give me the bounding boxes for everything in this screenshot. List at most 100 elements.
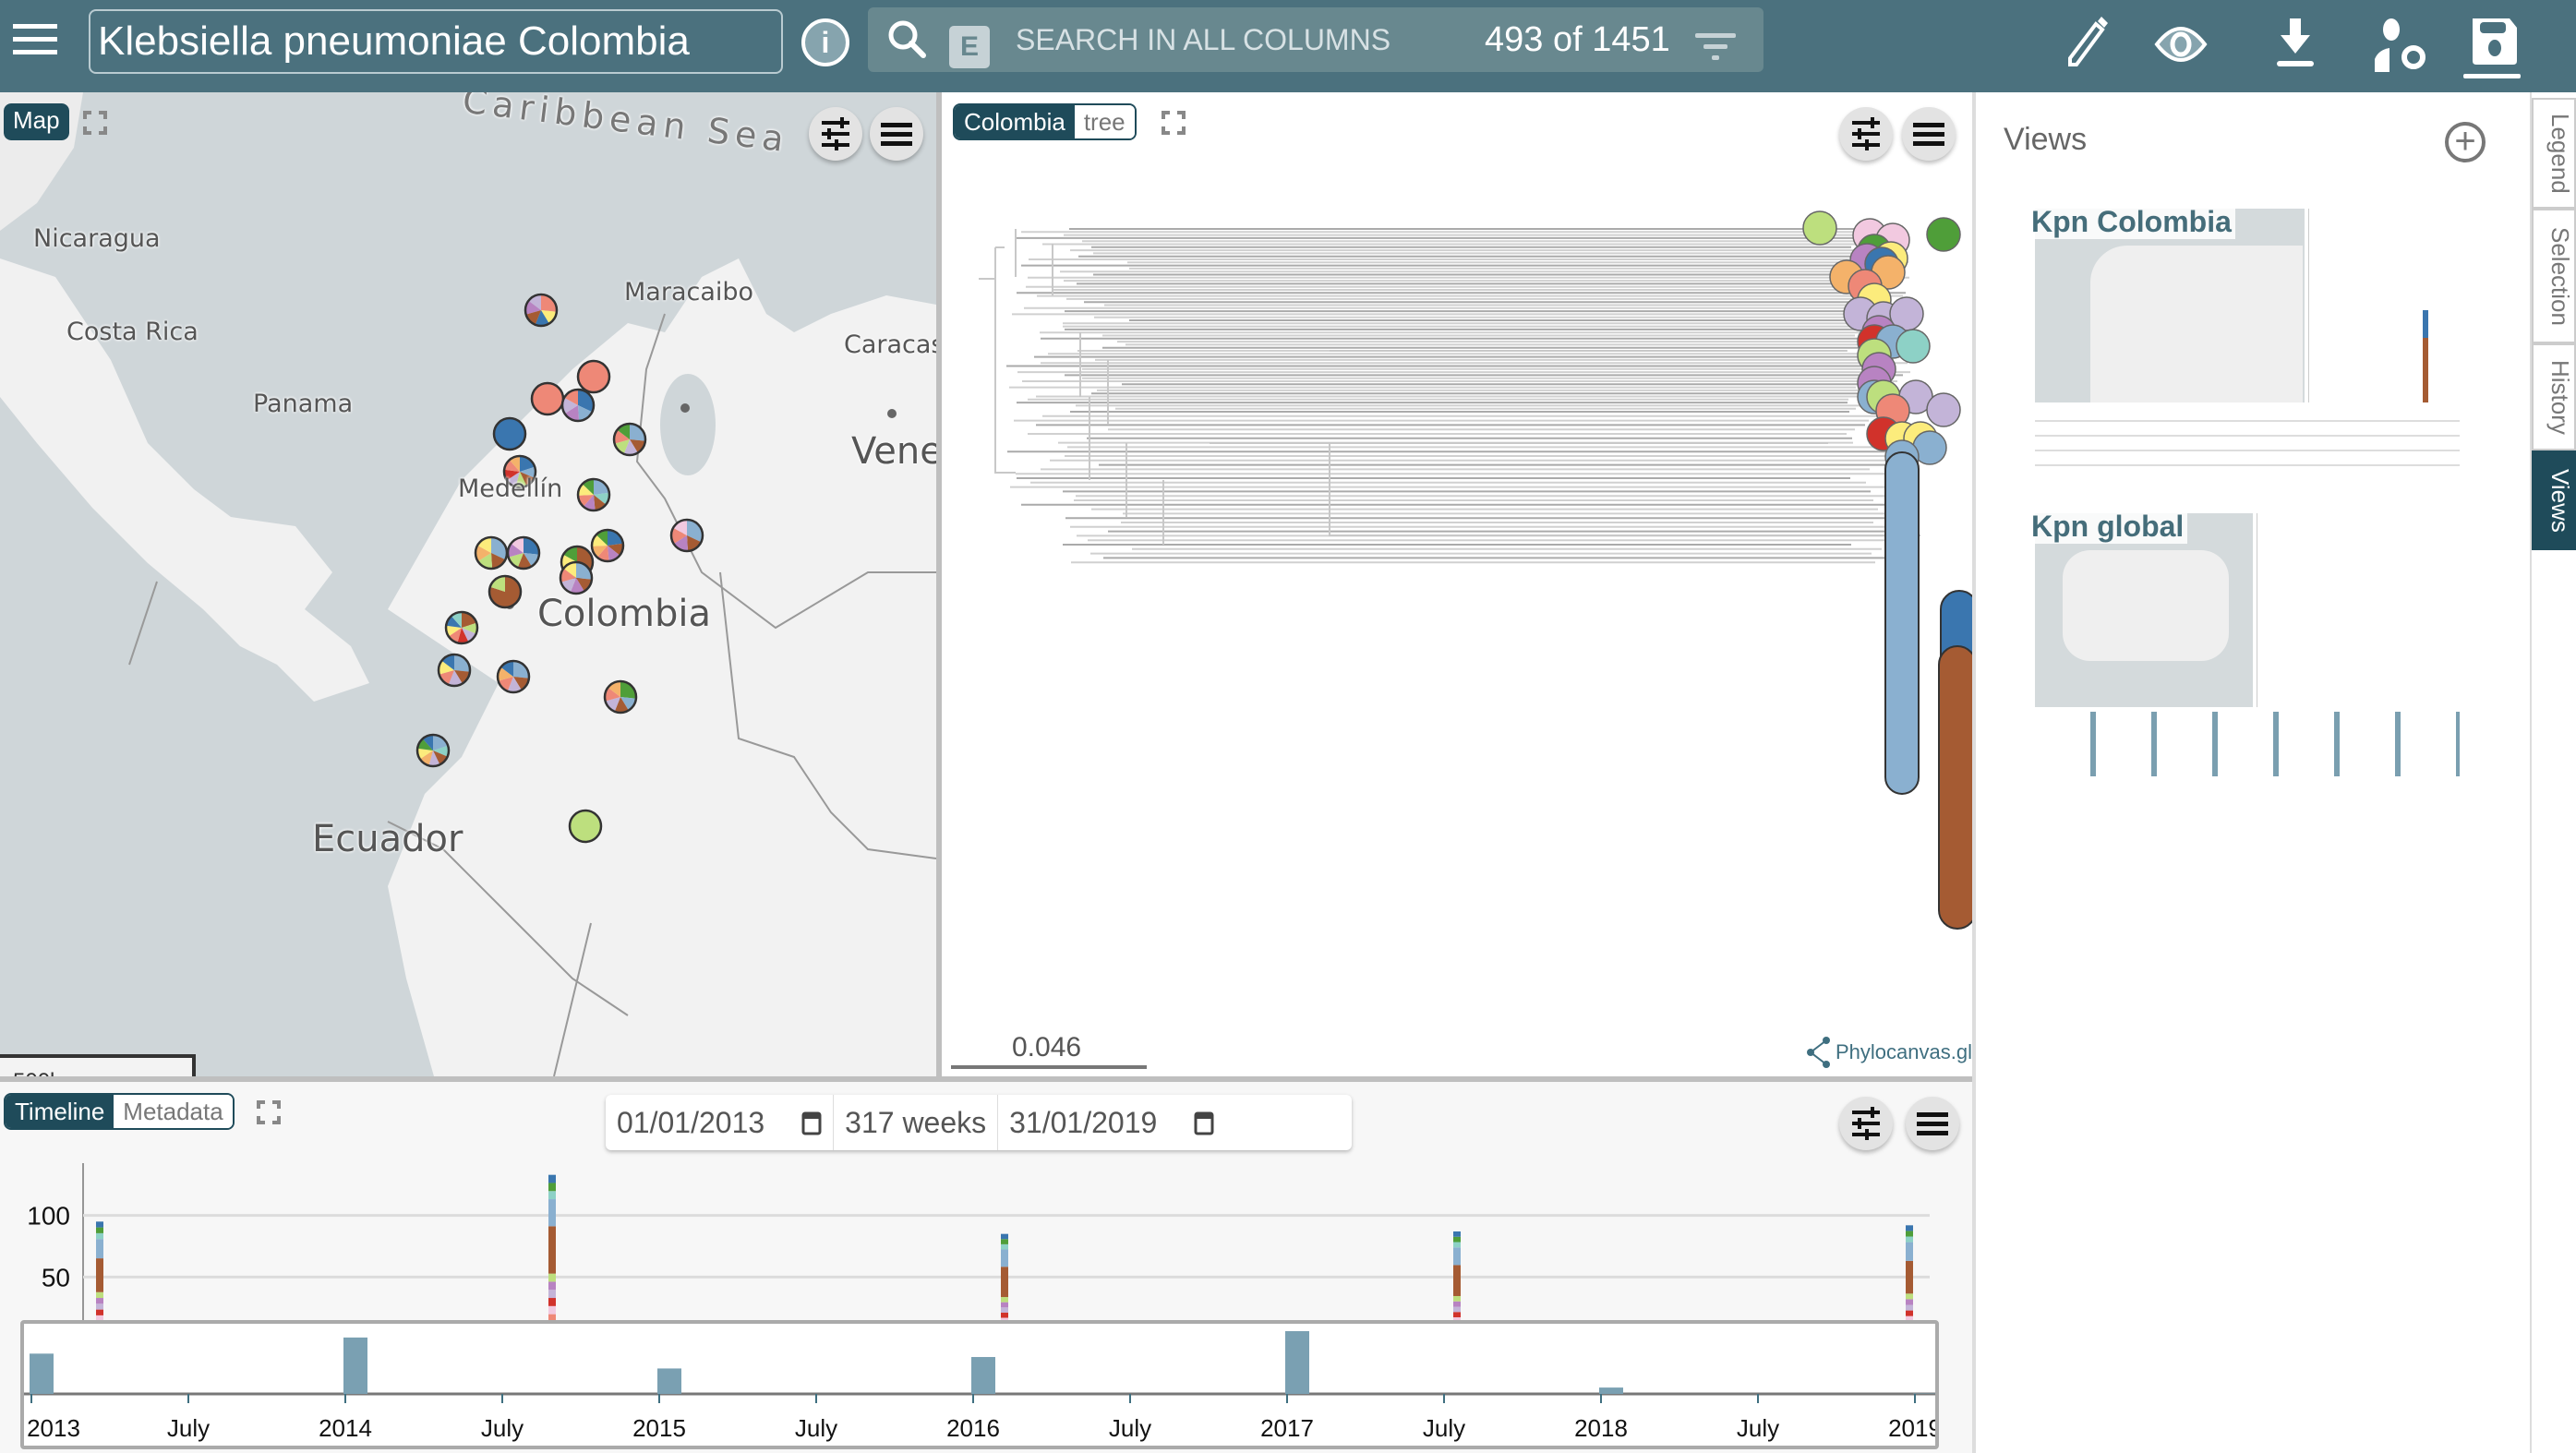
overview-bar	[1599, 1387, 1623, 1394]
tab-tree[interactable]: tree	[1074, 105, 1135, 138]
map-pie-marker[interactable]	[506, 535, 541, 570]
map-label-venezuela: Vene	[851, 430, 936, 473]
hamburger-menu-icon[interactable]	[13, 24, 57, 61]
side-tab-history[interactable]: History	[2532, 343, 2576, 450]
timeline-bar-segment	[1906, 1225, 1913, 1231]
expand-icon[interactable]	[257, 1100, 281, 1124]
timeline-bar-segment	[1453, 1301, 1461, 1307]
tab-colombia[interactable]: Colombia	[955, 105, 1075, 138]
overview-bar	[30, 1353, 54, 1394]
map-pie-marker[interactable]	[444, 610, 479, 645]
overview-bar	[343, 1337, 367, 1394]
map-pie-marker[interactable]	[530, 381, 565, 416]
map-pie-marker[interactable]	[612, 422, 647, 457]
tab-map[interactable]: Map	[4, 103, 69, 140]
timeline-bar-segment	[1453, 1236, 1461, 1243]
map-pie-marker[interactable]	[560, 388, 596, 423]
timeline-bar-segment	[1453, 1231, 1461, 1237]
view-card[interactable]: Kpn global	[2028, 510, 2480, 781]
side-tab-selection[interactable]: Selection	[2532, 209, 2576, 343]
map-pie-marker[interactable]	[496, 659, 531, 694]
map-pie-marker[interactable]	[590, 528, 625, 563]
pie-slice	[492, 416, 527, 451]
info-icon[interactable]: i	[801, 18, 849, 66]
timeline-bar-segment	[1906, 1236, 1913, 1243]
map-pie-marker[interactable]	[669, 518, 704, 553]
sliders-icon	[822, 117, 849, 150]
timeline-bar-segment	[1001, 1239, 1008, 1244]
filter-icon[interactable]	[1695, 31, 1736, 65]
timeline-controls-button[interactable]	[1839, 1097, 1893, 1150]
pencil-icon[interactable]	[2061, 17, 2116, 72]
map-pie-marker[interactable]	[488, 574, 523, 609]
side-tab-views[interactable]: Views	[2532, 450, 2576, 550]
timeline-bar-segment	[1453, 1247, 1461, 1266]
map-pie-marker[interactable]	[474, 535, 509, 570]
timeline-brush-area[interactable]: 2013 July 2014 July 2015 July 2016 July 2017 July…	[20, 1320, 1942, 1449]
tree-scale-bar	[951, 1065, 1147, 1069]
overview-tick-label: 2019	[1888, 1414, 1935, 1442]
menu-icon	[1913, 123, 1944, 146]
map-pie-marker[interactable]	[559, 560, 594, 595]
pie-slice	[576, 359, 611, 394]
tree-tip-cluster	[1884, 451, 1920, 795]
map-controls-button[interactable]	[809, 107, 862, 161]
side-tabs: Legend Selection History Views	[2530, 92, 2576, 1453]
tree-tip-nodes	[1802, 210, 1972, 930]
overview-tick-label: 2013	[27, 1414, 80, 1442]
plus-circle-icon[interactable]: +	[2445, 122, 2486, 162]
eye-icon[interactable]	[2153, 17, 2209, 72]
timeline-bar-segment	[548, 1298, 556, 1306]
view-card[interactable]: Kpn Colombia	[2028, 205, 2480, 476]
map-pie-marker[interactable]	[492, 416, 527, 451]
save-icon[interactable]	[2469, 17, 2524, 72]
map-menu-button[interactable]	[870, 107, 923, 161]
timeline-panel: Timeline Metadata 01/01/2013 317 weeks 3…	[0, 1082, 1972, 1453]
tab-timeline[interactable]: Timeline	[6, 1095, 114, 1128]
timeline-bar-segment	[548, 1199, 556, 1227]
timeline-bar-segment	[1001, 1307, 1008, 1313]
expand-icon[interactable]	[83, 111, 107, 135]
map-label-ecuador: Ecuador	[312, 818, 463, 860]
search-input[interactable]	[1016, 17, 1450, 63]
timeline-bar-segment	[1453, 1312, 1461, 1317]
tree-controls-button[interactable]	[1839, 107, 1893, 161]
overview-tick-label: 2018	[1574, 1414, 1628, 1442]
timeline-bar-segment	[1906, 1231, 1913, 1237]
overview-bar	[1285, 1331, 1309, 1394]
download-icon[interactable]	[2268, 17, 2323, 72]
calendar-icon[interactable]	[801, 1110, 822, 1135]
overview-tick-label: July	[481, 1414, 524, 1442]
map-label-maracaibo: Maracaibo	[624, 278, 754, 306]
timeline-menu-button[interactable]	[1906, 1097, 1959, 1150]
map-pie-marker[interactable]	[415, 733, 451, 768]
project-title-input[interactable]	[89, 9, 783, 74]
tree-menu-button[interactable]	[1902, 107, 1956, 161]
timeline-bar-segment	[96, 1298, 103, 1304]
search-icon[interactable]	[886, 18, 927, 59]
expand-icon[interactable]	[1162, 111, 1186, 135]
map-panel[interactable]: Map Caribbean Sea Nicaragua Costa Rica P…	[0, 92, 936, 1076]
map-pie-marker[interactable]	[576, 477, 611, 512]
map-pie-marker[interactable]	[576, 359, 611, 394]
phylogenetic-tree[interactable]	[942, 92, 1972, 1076]
start-date-field[interactable]: 01/01/2013	[606, 1095, 835, 1150]
timeline-bar-segment	[1453, 1306, 1461, 1313]
tab-metadata[interactable]: Metadata	[114, 1095, 233, 1128]
search-mode-badge[interactable]: E	[949, 26, 990, 68]
calendar-icon[interactable]	[1194, 1110, 1214, 1135]
timeline-bar-segment	[1001, 1302, 1008, 1308]
user-settings-icon[interactable]	[2375, 17, 2430, 72]
y-tick-label: 50	[42, 1263, 70, 1291]
tree-panel[interactable]: Colombia tree 0.046 Phylocanvas.gl	[942, 92, 1972, 1076]
duration-field[interactable]: 317 weeks	[834, 1095, 999, 1150]
end-date-field[interactable]: 31/01/2019	[998, 1095, 1225, 1150]
map-pie-marker[interactable]	[524, 293, 559, 328]
overview-bar	[971, 1357, 995, 1394]
timeline-overview-chart[interactable]: 2013 July 2014 July 2015 July 2016 July 2017 July…	[24, 1324, 1942, 1446]
map-pie-marker[interactable]	[437, 653, 472, 688]
side-tab-legend[interactable]: Legend	[2532, 98, 2576, 209]
map-pie-marker[interactable]	[603, 679, 638, 714]
map-pie-marker[interactable]	[568, 809, 603, 844]
timeline-bar-segment	[96, 1232, 103, 1240]
